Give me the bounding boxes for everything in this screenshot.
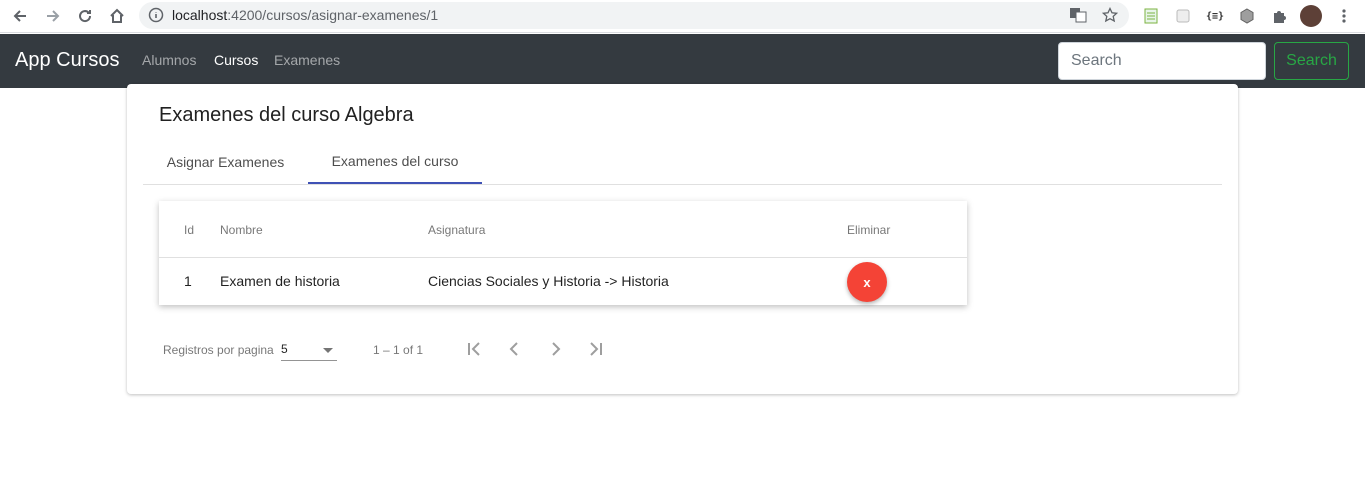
json-extension-icon[interactable]: {≡} [1205,6,1225,26]
avatar[interactable] [1300,5,1322,27]
exams-table: Id Nombre Asignatura Eliminar 1 Examen d… [159,201,967,305]
page-title: Examenes del curso Algebra [159,104,414,126]
back-arrow-icon[interactable] [9,5,31,27]
delete-exam-button[interactable]: x [847,262,887,302]
header-nombre: Nombre [220,223,263,237]
last-page-icon[interactable] [583,337,607,361]
page-size-label: Registros por pagina [163,343,274,357]
url-path: :4200/cursos/asignar-examenes/1 [227,7,439,23]
header-id: Id [184,223,195,237]
translate-icon[interactable] [1069,7,1087,28]
dropdown-arrow-icon [323,348,333,353]
app-navbar: App Cursos Alumnos Cursos Examenes Searc… [0,34,1365,88]
page-size-select[interactable]: 5 [281,337,337,361]
cell-asignatura: Ciencias Sociales y Historia -> Historia [428,273,669,289]
paginator: Registros por pagina 5 1 – 1 of 1 [163,334,663,364]
kebab-menu-icon[interactable] [1334,6,1354,26]
nav-link-cursos[interactable]: Cursos [214,52,258,68]
sheet-extension-icon[interactable] [1141,6,1161,26]
first-page-icon[interactable] [463,337,487,361]
forward-arrow-icon[interactable] [42,5,64,27]
page-size-value: 5 [281,342,288,356]
search-input[interactable]: Search [1058,42,1266,80]
row-divider [159,257,967,258]
cell-id: 1 [184,273,192,289]
browser-toolbar: localhost:4200/cursos/asignar-examenes/1… [0,0,1365,33]
url-host: localhost [172,7,228,23]
tab-group: Asignar Examenes Examenes del curso [143,140,1222,185]
tab-examenes-del-curso[interactable]: Examenes del curso [308,140,482,184]
address-bar[interactable]: localhost:4200/cursos/asignar-examenes/1 [139,2,1129,29]
page-range-label: 1 – 1 of 1 [373,343,424,357]
puzzle-icon[interactable] [1269,6,1289,26]
home-icon[interactable] [106,5,128,27]
cell-nombre: Examen de historia [220,273,340,289]
star-icon[interactable] [1101,6,1119,28]
previous-page-icon[interactable] [503,337,527,361]
tab-asignar-examenes[interactable]: Asignar Examenes [143,140,308,184]
header-asignatura: Asignatura [428,223,486,237]
brand-link[interactable]: App Cursos [15,49,120,72]
cube-extension-icon[interactable] [1237,6,1257,26]
nav-link-alumnos[interactable]: Alumnos [142,52,196,68]
course-exams-card: Examenes del curso Algebra Asignar Exame… [127,84,1238,394]
url-text: localhost:4200/cursos/asignar-examenes/1 [172,7,438,23]
next-page-icon[interactable] [543,337,567,361]
shield-extension-icon[interactable] [1173,6,1193,26]
reload-icon[interactable] [74,5,96,27]
nav-link-examenes[interactable]: Examenes [274,52,340,68]
search-button[interactable]: Search [1274,42,1349,80]
header-eliminar: Eliminar [847,223,891,237]
info-icon[interactable] [148,7,164,28]
